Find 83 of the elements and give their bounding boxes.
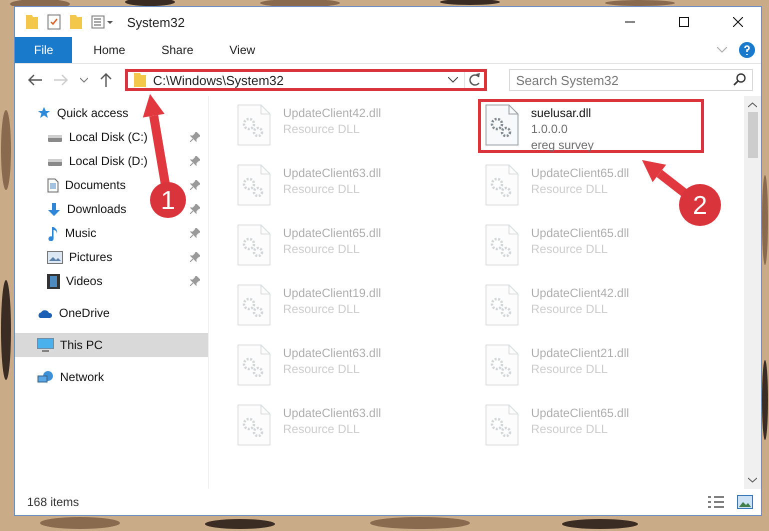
pin-icon[interactable] bbox=[190, 156, 200, 166]
file-tab[interactable]: File bbox=[15, 37, 72, 63]
settings-file-icon bbox=[237, 404, 271, 446]
pictures-icon bbox=[47, 250, 63, 264]
step-number: 1 bbox=[160, 185, 176, 215]
chevron-down-icon[interactable] bbox=[448, 77, 458, 83]
settings-file-icon bbox=[485, 404, 519, 446]
item-count: 168 items bbox=[27, 495, 80, 509]
file-name: UpdateClient63.dll bbox=[283, 165, 382, 181]
maximize-icon bbox=[679, 17, 689, 27]
file-name: UpdateClient19.dll bbox=[283, 285, 382, 301]
sidebar-item[interactable]: Documents bbox=[15, 173, 128, 197]
settings-file-icon bbox=[485, 164, 519, 206]
step-number: 2 bbox=[692, 190, 708, 220]
sidebar-item[interactable]: Quick access bbox=[15, 101, 208, 125]
properties-icon[interactable] bbox=[47, 14, 61, 30]
settings-file-icon bbox=[485, 224, 519, 266]
pin-icon[interactable] bbox=[190, 228, 200, 238]
settings-file-icon bbox=[237, 344, 271, 386]
file-detail: ereg survey bbox=[531, 137, 594, 153]
file-name: UpdateClient65.dll bbox=[283, 225, 382, 241]
scrollbar[interactable] bbox=[744, 96, 761, 489]
sidebar-item[interactable]: Network bbox=[15, 365, 208, 389]
file-name: suelusar.dll bbox=[531, 105, 592, 121]
search-field[interactable]: Search System32 bbox=[509, 69, 753, 91]
scroll-down-icon[interactable] bbox=[748, 477, 757, 483]
film-icon bbox=[47, 274, 60, 288]
document-icon bbox=[47, 178, 59, 192]
ribbon-tab[interactable]: Home bbox=[78, 37, 140, 63]
file-detail: 1.0.0.0 bbox=[531, 121, 569, 137]
picture-view-icon[interactable] bbox=[737, 495, 753, 509]
address-bar[interactable]: C:\Windows\System32 bbox=[125, 69, 487, 91]
settings-file-icon bbox=[237, 284, 271, 326]
file-name: UpdateClient42.dll bbox=[283, 105, 382, 121]
file-name: UpdateClient63.dll bbox=[283, 345, 382, 361]
pin-icon[interactable] bbox=[190, 276, 200, 286]
help-icon[interactable] bbox=[739, 42, 755, 58]
star-icon bbox=[37, 106, 51, 120]
sidebar-item[interactable]: Downloads bbox=[15, 197, 128, 221]
settings-file-icon bbox=[485, 284, 519, 326]
computer-icon bbox=[37, 338, 54, 352]
scroll-up-icon[interactable] bbox=[748, 102, 757, 108]
file-name: UpdateClient42.dll bbox=[531, 285, 630, 301]
pin-icon[interactable] bbox=[190, 204, 200, 214]
details-view-icon[interactable] bbox=[707, 495, 725, 509]
folder-icon bbox=[133, 72, 147, 88]
recent-locations-button[interactable] bbox=[77, 77, 91, 83]
new-folder-icon bbox=[69, 14, 83, 30]
settings-file-icon bbox=[485, 104, 519, 146]
sidebar-item[interactable]: This PC bbox=[15, 333, 208, 357]
folder-icon bbox=[25, 14, 39, 30]
sidebar-item[interactable]: Pictures bbox=[15, 245, 114, 269]
sidebar-item[interactable]: Local Disk (D:) bbox=[15, 149, 150, 173]
settings-file-icon bbox=[485, 344, 519, 386]
download-icon bbox=[47, 202, 61, 216]
window-title: System32 bbox=[127, 14, 186, 30]
search-icon[interactable] bbox=[733, 73, 746, 86]
step-circle bbox=[150, 182, 186, 218]
step-circle bbox=[679, 184, 721, 226]
music-note-icon bbox=[47, 226, 59, 240]
settings-file-icon bbox=[237, 224, 271, 266]
scrollbar-thumb[interactable] bbox=[748, 112, 758, 158]
pin-icon[interactable] bbox=[190, 252, 200, 262]
pin-icon[interactable] bbox=[190, 132, 200, 142]
close-icon bbox=[733, 17, 743, 27]
sidebar-item[interactable]: OneDrive bbox=[15, 301, 208, 325]
file-item[interactable]: suelusar.dll 1.0.0.0 ereg survey bbox=[478, 99, 704, 153]
customize-icon[interactable] bbox=[91, 15, 115, 29]
ribbon-tab[interactable]: Share bbox=[146, 37, 208, 63]
file-name: UpdateClient21.dll bbox=[531, 345, 630, 361]
network-icon bbox=[37, 370, 54, 384]
sidebar-item[interactable]: Music bbox=[15, 221, 98, 245]
sidebar-item[interactable]: Local Disk (C:) bbox=[15, 125, 150, 149]
cloud-icon bbox=[37, 308, 53, 318]
file-name: UpdateClient65.dll bbox=[531, 165, 630, 181]
ribbon-tab[interactable]: View bbox=[214, 37, 270, 63]
settings-file-icon bbox=[237, 104, 271, 146]
file-name: UpdateClient65.dll bbox=[531, 225, 630, 241]
settings-file-icon bbox=[237, 164, 271, 206]
file-name: UpdateClient65.dll bbox=[531, 405, 630, 421]
file-name: UpdateClient63.dll bbox=[283, 405, 382, 421]
sidebar-item[interactable]: Videos bbox=[15, 269, 104, 293]
pin-icon[interactable] bbox=[190, 180, 200, 190]
